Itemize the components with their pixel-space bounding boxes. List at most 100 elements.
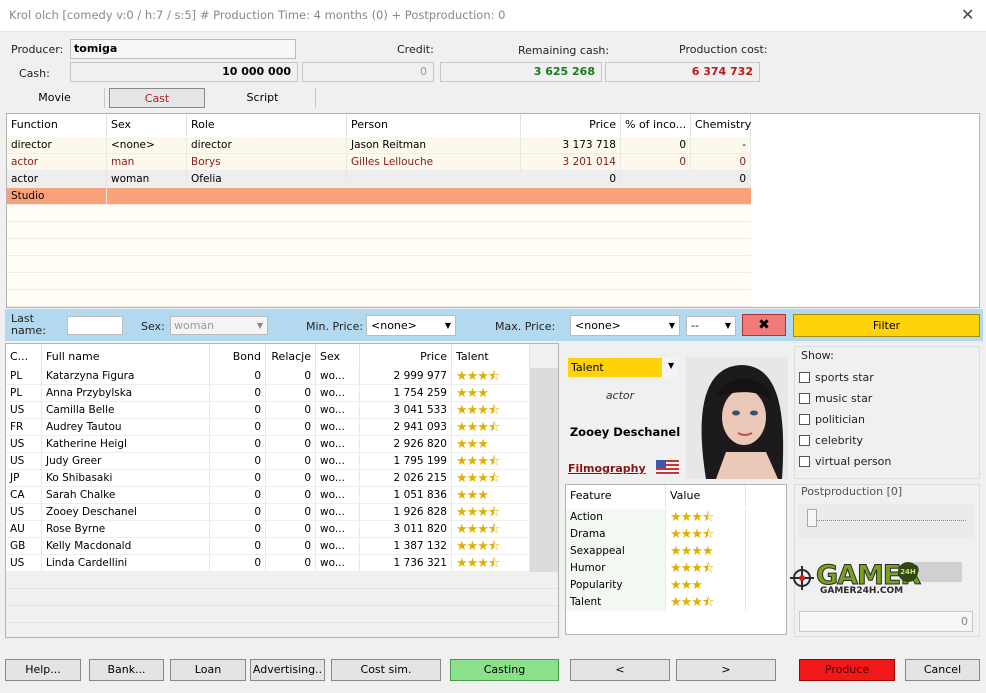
table-cell[interactable]: Anna Przybylska xyxy=(42,385,210,402)
checkbox-label[interactable]: music star xyxy=(815,392,872,405)
talent-stars[interactable]: ★★★⯪ xyxy=(452,402,530,419)
close-icon[interactable]: ✕ xyxy=(961,5,974,24)
table-row[interactable] xyxy=(7,188,751,205)
tab-script[interactable]: Script xyxy=(210,88,316,108)
column-header[interactable]: Sex xyxy=(107,114,187,136)
table-cell[interactable]: woman xyxy=(107,171,187,188)
casting-button[interactable]: Casting xyxy=(450,659,559,681)
empty-row[interactable] xyxy=(6,589,558,606)
table-cell[interactable]: wo... xyxy=(316,436,360,453)
table-cell[interactable]: 0 xyxy=(266,504,316,521)
talent-stars[interactable]: ★★★⯪ xyxy=(452,521,530,538)
column-header[interactable]: Sex xyxy=(316,344,360,370)
table-cell[interactable]: Ko Shibasaki xyxy=(42,470,210,487)
table-cell[interactable]: 2 941 093 xyxy=(360,419,452,436)
table-cell[interactable]: Kelly Macdonald xyxy=(42,538,210,555)
table-cell[interactable]: wo... xyxy=(316,470,360,487)
table-cell[interactable]: man xyxy=(107,154,187,171)
table-cell[interactable]: wo... xyxy=(316,487,360,504)
table-cell[interactable]: Zooey Deschanel xyxy=(42,504,210,521)
table-cell[interactable]: CA xyxy=(6,487,42,504)
feature-header[interactable]: Feature xyxy=(566,485,666,507)
table-cell[interactable]: 0 xyxy=(266,555,316,572)
producer-field[interactable]: tomiga xyxy=(70,39,296,59)
feature-stars[interactable]: ★★★★ xyxy=(666,543,746,560)
column-header[interactable]: % of inco... xyxy=(621,114,691,136)
table-cell[interactable]: 0 xyxy=(266,521,316,538)
max-price-select[interactable]: <none> ▼ xyxy=(570,315,680,336)
clear-filter-button[interactable]: ✖ xyxy=(742,314,786,336)
talent-stars[interactable]: ★★★ xyxy=(452,385,530,402)
table-cell[interactable]: 0 xyxy=(210,385,266,402)
table-cell[interactable]: 1 736 321 xyxy=(360,555,452,572)
column-header[interactable]: Function xyxy=(7,114,107,136)
checkbox-politician[interactable] xyxy=(799,414,810,425)
sex-select[interactable]: woman ▼ xyxy=(170,316,268,335)
table-cell[interactable]: 0 xyxy=(266,538,316,555)
table-cell[interactable]: 0 xyxy=(691,154,751,171)
feature-name[interactable]: Popularity xyxy=(566,577,666,594)
table-cell[interactable]: wo... xyxy=(316,368,360,385)
table-cell[interactable]: Judy Greer xyxy=(42,453,210,470)
column-header[interactable]: Relacje xyxy=(266,344,316,370)
talent-stars[interactable]: ★★★⯪ xyxy=(452,419,530,436)
table-cell[interactable]: 0 xyxy=(266,436,316,453)
talent-stars[interactable]: ★★★⯪ xyxy=(452,470,530,487)
column-header[interactable]: Price xyxy=(360,344,452,370)
column-header[interactable]: Full name xyxy=(42,344,210,370)
table-cell[interactable]: 0 xyxy=(210,470,266,487)
table-cell[interactable]: Borys xyxy=(187,154,347,171)
tab-cast[interactable]: Cast xyxy=(109,88,205,108)
checkbox-label[interactable]: celebrity xyxy=(815,434,863,447)
table-cell[interactable]: 0 xyxy=(210,436,266,453)
table-cell[interactable]: wo... xyxy=(316,521,360,538)
slider-handle[interactable] xyxy=(807,509,817,527)
empty-row[interactable] xyxy=(6,572,558,589)
checkbox-label[interactable]: sports star xyxy=(815,371,874,384)
table-cell[interactable]: 1 795 199 xyxy=(360,453,452,470)
filter-button[interactable]: Filter xyxy=(793,314,980,337)
cancel-button[interactable]: Cancel xyxy=(905,659,980,681)
last-name-input[interactable] xyxy=(67,316,123,335)
table-cell[interactable]: <none> xyxy=(107,137,187,154)
feature-stars[interactable]: ★★★⯪ xyxy=(666,509,746,526)
table-cell[interactable]: US xyxy=(6,555,42,572)
sort-select[interactable]: Talent ▼ xyxy=(568,358,678,377)
table-cell[interactable]: Jason Reitman xyxy=(347,137,521,154)
table-cell[interactable]: 0 xyxy=(266,368,316,385)
table-cell[interactable]: US xyxy=(6,402,42,419)
talent-stars[interactable]: ★★★⯪ xyxy=(452,555,530,572)
table-cell[interactable]: Katarzyna Figura xyxy=(42,368,210,385)
table-cell[interactable]: wo... xyxy=(316,453,360,470)
table-cell[interactable]: 1 387 132 xyxy=(360,538,452,555)
table-cell[interactable]: US xyxy=(6,504,42,521)
table-cell[interactable]: 0 xyxy=(210,504,266,521)
table-cell[interactable]: wo... xyxy=(316,538,360,555)
checkbox-music-star[interactable] xyxy=(799,393,810,404)
table-cell[interactable]: wo... xyxy=(316,402,360,419)
table-cell[interactable]: Studio xyxy=(7,188,107,205)
table-cell[interactable]: 3 201 014 xyxy=(521,154,621,171)
table-cell[interactable]: 2 926 820 xyxy=(360,436,452,453)
table-cell[interactable]: 0 xyxy=(266,402,316,419)
talent-stars[interactable]: ★★★ xyxy=(452,487,530,504)
empty-row[interactable] xyxy=(6,623,558,637)
table-cell[interactable]: Katherine Heigl xyxy=(42,436,210,453)
column-header[interactable]: Person xyxy=(347,114,521,136)
loan-button[interactable]: Loan xyxy=(170,659,246,681)
value-header[interactable]: Value xyxy=(666,485,746,507)
column-header[interactable]: Talent xyxy=(452,344,530,370)
tab-movie[interactable]: Movie xyxy=(5,88,105,108)
table-cell[interactable]: actor xyxy=(7,171,107,188)
feature-name[interactable]: Action xyxy=(566,509,666,526)
table-cell[interactable]: wo... xyxy=(316,504,360,521)
table-cell[interactable]: wo... xyxy=(316,555,360,572)
column-header[interactable]: Price xyxy=(521,114,621,136)
bank-button[interactable]: Bank... xyxy=(89,659,164,681)
table-cell[interactable]: Audrey Tautou xyxy=(42,419,210,436)
table-cell[interactable]: US xyxy=(6,436,42,453)
table-cell[interactable]: Gilles Lellouche xyxy=(347,154,521,171)
table-cell[interactable]: 0 xyxy=(621,154,691,171)
feature-stars[interactable]: ★★★⯪ xyxy=(666,594,746,611)
produce-button[interactable]: Produce xyxy=(799,659,895,681)
